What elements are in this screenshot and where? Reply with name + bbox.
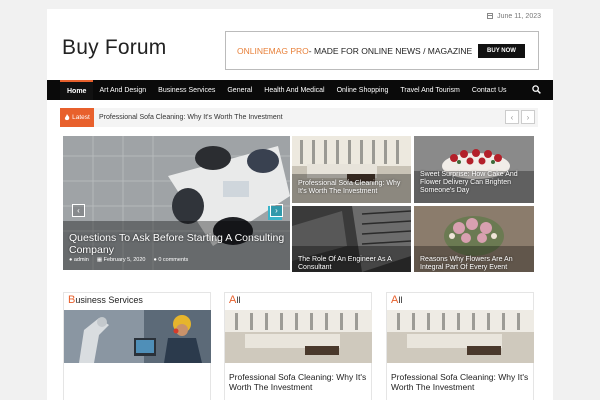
top-bar: June 11, 2023: [47, 9, 553, 23]
slider-next-button[interactable]: ›: [270, 204, 283, 217]
nav-item-business-services[interactable]: Business Services: [152, 80, 221, 100]
main-nav: Home Art And Design Business Services Ge…: [47, 80, 553, 100]
comment-icon: ●: [153, 257, 157, 263]
ticker-prev-button[interactable]: ‹: [505, 110, 519, 124]
author-icon: ●: [69, 257, 73, 263]
nav-item-home[interactable]: Home: [60, 80, 94, 100]
post-date: February 5, 2020: [103, 257, 146, 263]
featured-tile[interactable]: Professional Sofa Cleaning: Why It's Wor…: [292, 136, 411, 203]
ticker-next-button[interactable]: ›: [521, 110, 535, 124]
nav-item-general[interactable]: General: [221, 80, 258, 100]
section-heading[interactable]: All: [391, 294, 402, 306]
post-comments[interactable]: 0 comments: [158, 257, 188, 263]
nav-item-online-shopping[interactable]: Online Shopping: [331, 80, 395, 100]
featured-tile-title[interactable]: Reasons Why Flowers Are An Integral Part…: [420, 256, 528, 272]
flame-icon: [65, 114, 70, 121]
featured-tile[interactable]: The Role Of An Engineer As A Consultant: [292, 206, 411, 272]
section-all: All Professional Sofa Cleaning: Why It's…: [386, 292, 534, 400]
post-title[interactable]: Professional Sofa Cleaning: Why It's Wor…: [229, 372, 368, 392]
featured-main-meta: ● admin ▦ February 5, 2020 ● 0 comments: [69, 257, 188, 263]
post-author[interactable]: admin: [74, 257, 89, 263]
latest-label: Latest: [72, 114, 90, 121]
ad-text: - MADE FOR ONLINE NEWS / MAGAZINE: [308, 45, 473, 56]
site-title[interactable]: Buy Forum: [62, 36, 167, 60]
calendar-icon: ▦: [96, 257, 103, 263]
site-header: Buy Forum ONLINEMAG PRO - MADE FOR ONLIN…: [47, 23, 553, 80]
calendar-icon: [487, 13, 494, 19]
ticker-headline[interactable]: Professional Sofa Cleaning: Why It's Wor…: [99, 114, 283, 121]
nav-item-travel-and-tourism[interactable]: Travel And Tourism: [394, 80, 466, 100]
slider-prev-button[interactable]: ‹: [72, 204, 85, 217]
robot-worker-photo[interactable]: [64, 310, 211, 363]
post-title[interactable]: Professional Sofa Cleaning: Why It's Wor…: [391, 372, 530, 392]
latest-ticker: Latest Professional Sofa Cleaning: Why I…: [60, 108, 538, 127]
section-heading[interactable]: Business Services: [68, 294, 143, 306]
featured-tile[interactable]: Reasons Why Flowers Are An Integral Part…: [414, 206, 534, 272]
buy-now-button[interactable]: BUY NOW: [478, 44, 525, 58]
section-business-services: Business Services: [63, 292, 211, 400]
page: June 11, 2023 Buy Forum ONLINEMAG PRO - …: [47, 9, 553, 400]
nav-item-contact-us[interactable]: Contact Us: [466, 80, 513, 100]
featured-main-title[interactable]: Questions To Ask Before Starting A Consu…: [69, 232, 286, 256]
search-icon[interactable]: [532, 85, 541, 94]
section-all: All Professional Sofa Cleaning: Why It's…: [224, 292, 372, 400]
featured-tile[interactable]: Sweet Surprise: How Cake And Flower Deli…: [414, 136, 534, 203]
nav-item-art-and-design[interactable]: Art And Design: [93, 80, 152, 100]
ad-banner[interactable]: ONLINEMAG PRO - MADE FOR ONLINE NEWS / M…: [225, 31, 539, 70]
featured-tile-title[interactable]: Sweet Surprise: How Cake And Flower Deli…: [420, 171, 528, 195]
section-heading[interactable]: All: [229, 294, 240, 306]
featured-tile-title[interactable]: Professional Sofa Cleaning: Why It's Wor…: [298, 180, 405, 196]
featured-main-slide[interactable]: ‹ › Questions To Ask Before Starting A C…: [63, 136, 290, 270]
latest-badge: Latest: [60, 108, 94, 127]
nav-item-health-and-medical[interactable]: Health And Medical: [258, 80, 330, 100]
ad-brand: ONLINEMAG PRO: [237, 45, 309, 56]
living-room-photo[interactable]: [225, 310, 372, 363]
current-date: June 11, 2023: [497, 12, 541, 20]
featured-tile-title[interactable]: The Role Of An Engineer As A Consultant: [298, 256, 405, 272]
living-room-photo[interactable]: [387, 310, 534, 363]
